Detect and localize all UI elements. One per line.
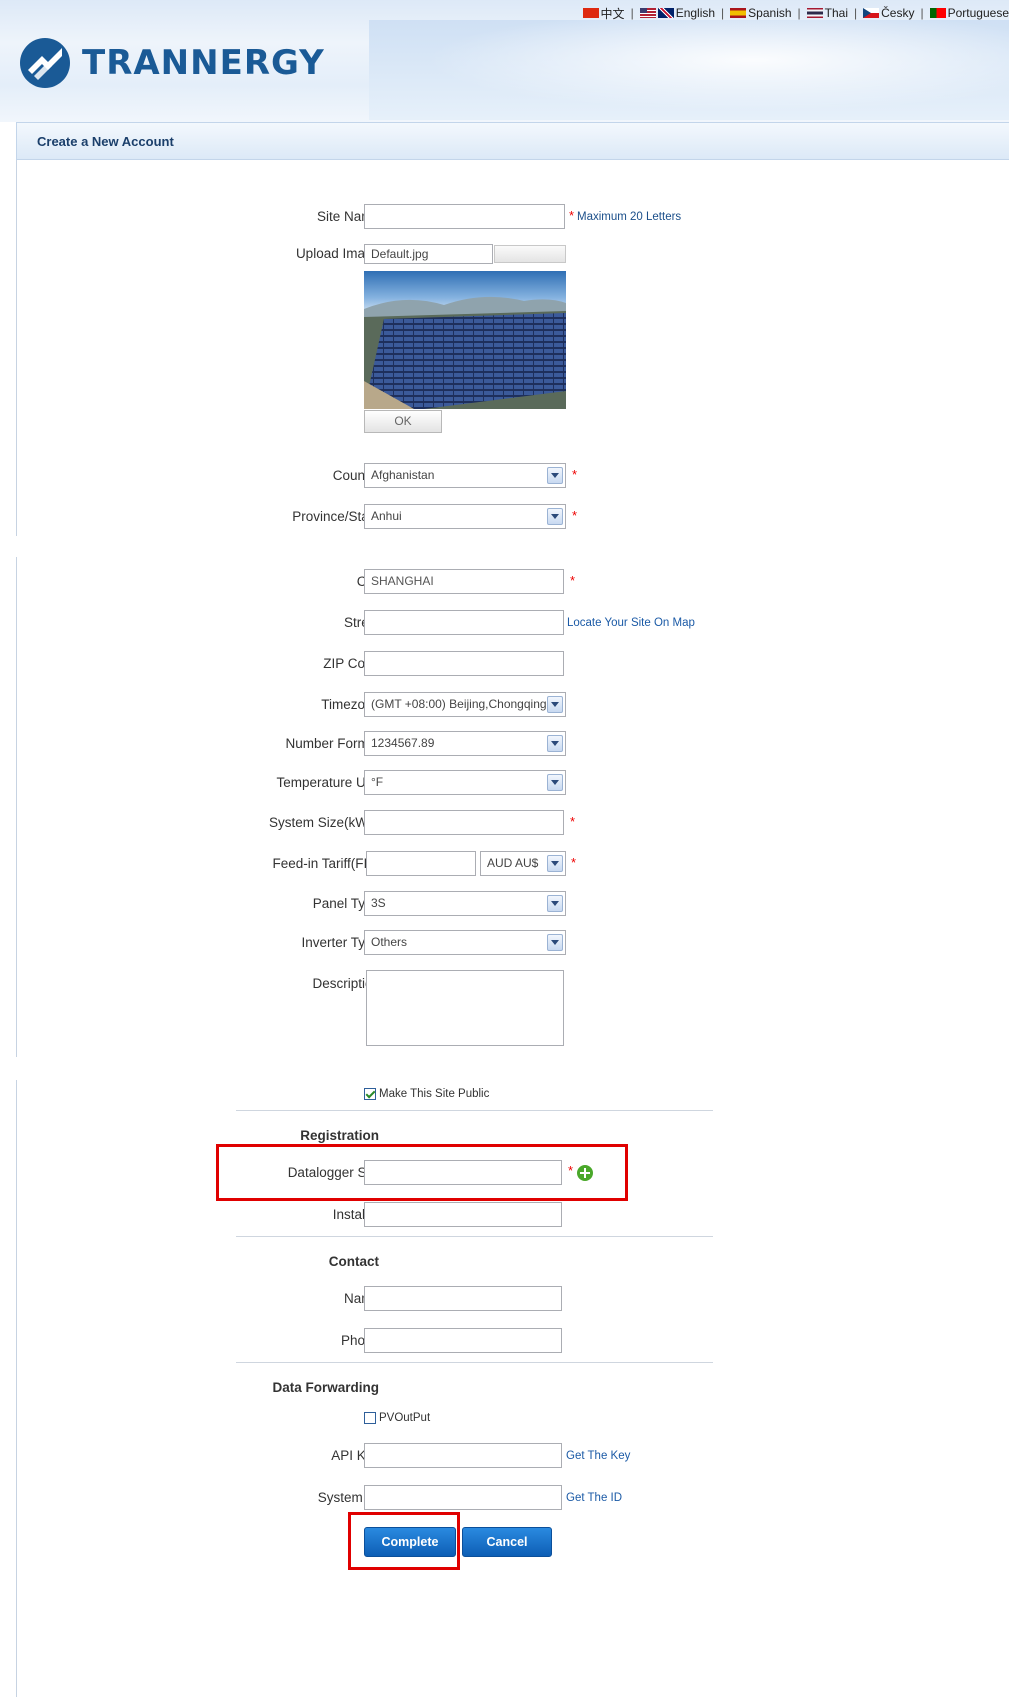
chevron-down-icon[interactable] xyxy=(547,855,563,872)
portugal-flag-icon xyxy=(929,8,946,18)
pvoutput-row[interactable]: PVOutPut xyxy=(364,1412,430,1424)
phone-input[interactable] xyxy=(364,1328,562,1353)
system-size-input[interactable] xyxy=(364,810,564,835)
make-public-label: Make This Site Public xyxy=(379,1088,490,1100)
required-marker: * xyxy=(572,467,578,482)
required-marker: * xyxy=(571,855,577,870)
temperature-unit-select[interactable]: °F xyxy=(364,770,566,795)
ok-button[interactable]: OK xyxy=(364,410,442,433)
panel-border xyxy=(16,557,17,1057)
site-image-preview xyxy=(364,271,566,409)
chevron-down-icon[interactable] xyxy=(547,934,563,951)
us-flag-icon xyxy=(639,8,656,18)
upload-filename-field[interactable]: Default.jpg xyxy=(364,244,493,264)
complete-button[interactable]: Complete xyxy=(364,1527,456,1557)
fit-input[interactable] xyxy=(366,851,476,876)
divider xyxy=(236,1110,713,1111)
street-input[interactable] xyxy=(364,610,564,635)
browse-button[interactable] xyxy=(494,245,566,263)
page-title: Create a New Account xyxy=(37,134,174,149)
panel-border xyxy=(16,160,17,536)
chevron-down-icon[interactable] xyxy=(547,696,563,713)
language-bar: 中文 | English | Spanish | Thai | Česky | … xyxy=(582,4,1009,22)
lang-spanish[interactable]: Spanish xyxy=(730,6,792,20)
data-forwarding-heading: Data Forwarding xyxy=(272,1380,379,1395)
header: 中文 | English | Spanish | Thai | Česky | … xyxy=(0,0,1009,122)
spain-flag-icon xyxy=(730,8,747,18)
chevron-down-icon[interactable] xyxy=(547,467,563,484)
registration-heading: Registration xyxy=(300,1128,379,1143)
description-textarea[interactable] xyxy=(366,970,564,1046)
api-key-input[interactable] xyxy=(364,1443,562,1468)
divider xyxy=(236,1236,713,1237)
china-flag-icon xyxy=(582,8,599,18)
timezone-select[interactable]: (GMT +08:00) Beijing,Chongqing xyxy=(364,692,566,717)
page-title-bar: Create a New Account xyxy=(16,122,1009,160)
lang-czech[interactable]: Česky xyxy=(863,6,914,20)
chevron-down-icon[interactable] xyxy=(547,895,563,912)
divider xyxy=(236,1362,713,1363)
uk-flag-icon xyxy=(657,8,674,18)
required-marker: * xyxy=(570,573,576,588)
thailand-flag-icon xyxy=(806,8,823,18)
make-public-checkbox[interactable] xyxy=(364,1088,376,1100)
province-select[interactable]: Anhui xyxy=(364,504,566,529)
chevron-down-icon[interactable] xyxy=(547,735,563,752)
header-banner xyxy=(369,20,1009,120)
chevron-down-icon[interactable] xyxy=(547,774,563,791)
installer-input[interactable] xyxy=(364,1202,562,1227)
brand-name: TRANNERGY xyxy=(82,43,325,83)
lang-chinese[interactable]: 中文 xyxy=(582,5,625,22)
datalogger-input[interactable] xyxy=(364,1160,562,1185)
make-public-row[interactable]: Make This Site Public xyxy=(364,1088,489,1100)
currency-select[interactable]: AUD AU$ xyxy=(480,851,566,876)
system-id-input[interactable] xyxy=(364,1485,562,1510)
country-select[interactable]: Afghanistan xyxy=(364,463,566,488)
lang-thai[interactable]: Thai xyxy=(806,6,848,20)
fit-label: Feed-in Tariff(FIT) xyxy=(272,856,380,871)
contact-heading: Contact xyxy=(328,1254,379,1269)
logo[interactable]: TRANNERGY xyxy=(18,36,325,90)
pvoutput-checkbox[interactable] xyxy=(364,1412,376,1424)
cancel-button[interactable]: Cancel xyxy=(462,1527,552,1557)
required-marker: * xyxy=(568,1163,574,1178)
get-key-link[interactable]: Get The Key xyxy=(566,1450,630,1462)
site-name-input[interactable] xyxy=(364,204,565,229)
czech-flag-icon xyxy=(863,8,880,18)
contact-name-input[interactable] xyxy=(364,1286,562,1311)
pvoutput-label: PVOutPut xyxy=(379,1412,431,1424)
panel-border xyxy=(16,1080,17,1697)
zip-input[interactable] xyxy=(364,651,564,676)
number-format-select[interactable]: 1234567.89 xyxy=(364,731,566,756)
inverter-type-select[interactable]: Others xyxy=(364,930,566,955)
lang-english[interactable]: English xyxy=(639,6,715,20)
trannergy-logo-icon xyxy=(20,38,70,88)
required-marker: * xyxy=(572,508,578,523)
get-id-link[interactable]: Get The ID xyxy=(566,1492,622,1504)
required-marker: * xyxy=(570,814,576,829)
chevron-down-icon[interactable] xyxy=(547,508,563,525)
required-marker: * xyxy=(569,208,575,223)
locate-on-map-link[interactable]: Locate Your Site On Map xyxy=(567,617,695,629)
lang-portuguese[interactable]: Portuguese xyxy=(929,6,1009,20)
add-datalogger-icon[interactable] xyxy=(577,1165,593,1181)
site-name-hint: Maximum 20 Letters xyxy=(577,211,682,223)
panel-type-select[interactable]: 3S xyxy=(364,891,566,916)
city-input[interactable]: SHANGHAI xyxy=(364,569,564,594)
